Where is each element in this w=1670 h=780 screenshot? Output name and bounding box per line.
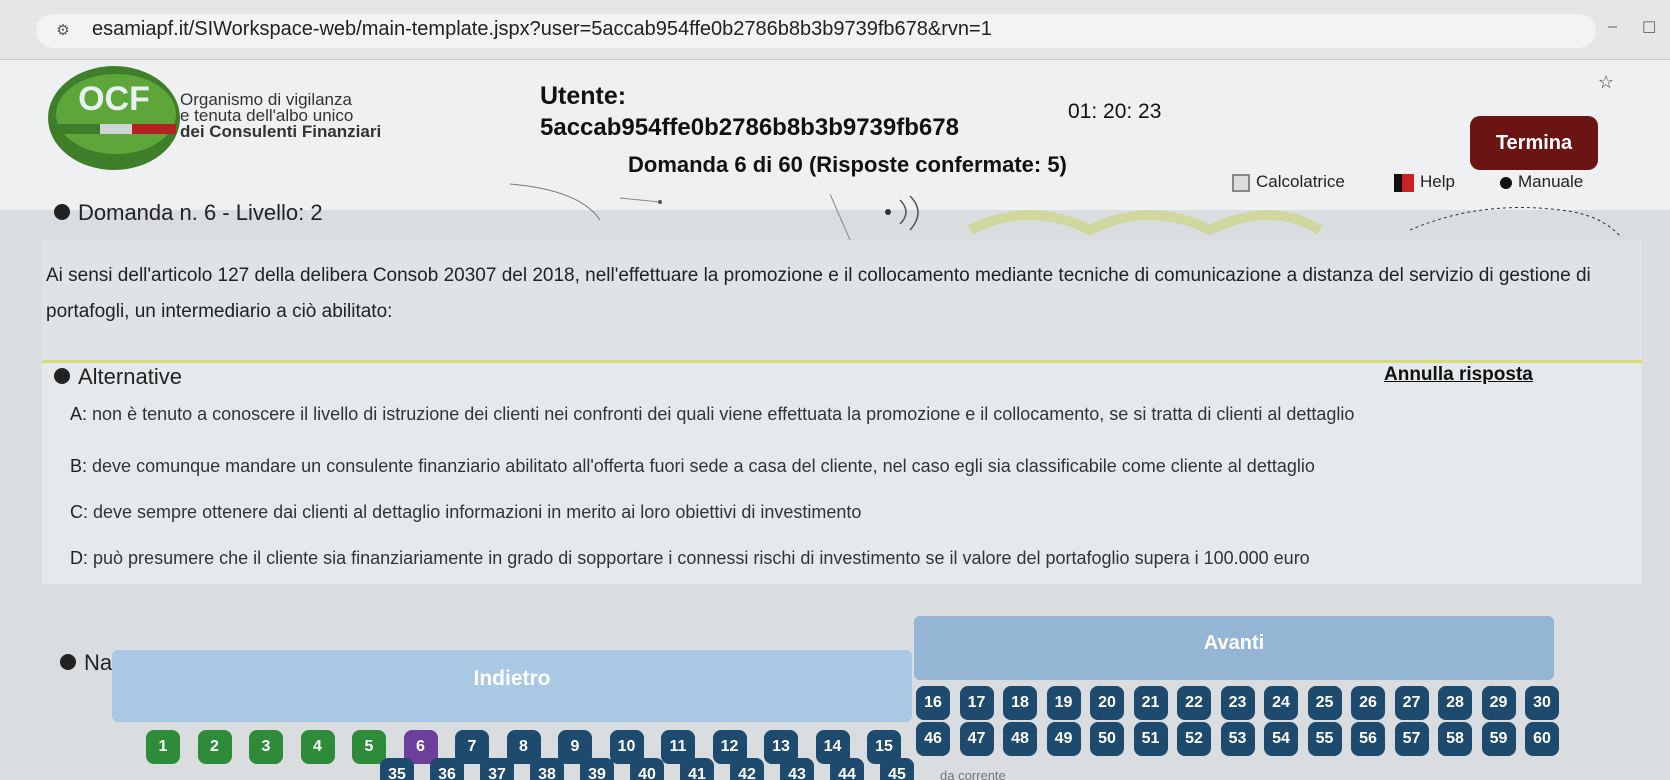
user-id: 5accab954ffe0b2786b8b3b9739fb678 xyxy=(540,114,959,141)
bookmark-star-icon[interactable]: ☆ xyxy=(1598,72,1614,93)
alternative-b[interactable]: B: deve comunque mandare un consulente f… xyxy=(70,456,1315,477)
question-button-26[interactable]: 26 xyxy=(1351,686,1385,720)
annulla-risposta-link[interactable]: Annulla risposta xyxy=(1384,364,1533,386)
url-text[interactable]: esamiapf.it/SIWorkspace-web/main-templat… xyxy=(92,18,992,41)
question-progress: Domanda 6 di 60 (Risposte confermate: 5) xyxy=(628,152,1067,177)
alternative-a[interactable]: A: non è tenuto a conoscere il livello d… xyxy=(70,404,1354,425)
question-button-38[interactable]: 38 xyxy=(530,758,564,780)
question-button-58[interactable]: 58 xyxy=(1438,722,1472,756)
organization-name: Organismo di vigilanza e tenuta dell'alb… xyxy=(180,90,382,141)
question-button-36[interactable]: 36 xyxy=(430,758,464,780)
question-button-17[interactable]: 17 xyxy=(959,686,994,720)
question-button-54[interactable]: 54 xyxy=(1264,722,1298,756)
question-button-3[interactable]: 3 xyxy=(249,730,283,764)
question-button-5[interactable]: 5 xyxy=(352,730,386,764)
question-button-41[interactable]: 41 xyxy=(680,758,714,780)
maximize-icon[interactable]: ☐ xyxy=(1642,18,1656,38)
question-button-57[interactable]: 57 xyxy=(1394,722,1429,756)
question-button-20[interactable]: 20 xyxy=(1090,686,1124,720)
ocf-logo: OCF xyxy=(48,66,180,170)
avanti-button[interactable]: Avanti xyxy=(914,616,1554,680)
question-title: Domanda n. 6 - Livello: 2 xyxy=(54,200,323,226)
question-button-18[interactable]: 18 xyxy=(1003,686,1037,720)
browser-toolbar: ⚙ esamiapf.it/SIWorkspace-web/main-templ… xyxy=(0,0,1670,60)
question-button-25[interactable]: 25 xyxy=(1307,686,1342,720)
question-button-55[interactable]: 55 xyxy=(1307,722,1342,756)
question-button-40[interactable]: 40 xyxy=(630,758,664,780)
question-button-35[interactable]: 35 xyxy=(380,758,414,780)
question-button-24[interactable]: 24 xyxy=(1264,686,1298,720)
question-button-28[interactable]: 28 xyxy=(1438,686,1472,720)
exam-timer: 01: 20: 23 xyxy=(1068,100,1162,123)
question-button-22[interactable]: 22 xyxy=(1177,686,1211,720)
svg-text:OCF: OCF xyxy=(78,80,150,118)
alternative-d[interactable]: D: può presumere che il cliente sia fina… xyxy=(70,548,1310,569)
collapse-icon[interactable] xyxy=(54,368,70,385)
question-button-53[interactable]: 53 xyxy=(1220,722,1255,756)
question-button-29[interactable]: 29 xyxy=(1481,686,1516,720)
question-button-52[interactable]: 52 xyxy=(1177,722,1211,756)
question-button-39[interactable]: 39 xyxy=(580,758,614,780)
question-button-19[interactable]: 19 xyxy=(1046,686,1081,720)
question-button-42[interactable]: 42 xyxy=(730,758,764,780)
question-button-59[interactable]: 59 xyxy=(1481,722,1516,756)
question-button-21[interactable]: 21 xyxy=(1133,686,1168,720)
question-button-2[interactable]: 2 xyxy=(197,730,232,764)
question-button-30[interactable]: 30 xyxy=(1525,686,1559,720)
question-button-51[interactable]: 51 xyxy=(1133,722,1168,756)
question-button-1[interactable]: 1 xyxy=(146,730,180,764)
minimize-icon[interactable]: – xyxy=(1608,18,1617,36)
site-info-icon[interactable]: ⚙ xyxy=(52,20,74,42)
question-button-27[interactable]: 27 xyxy=(1394,686,1429,720)
collapse-icon[interactable] xyxy=(60,654,76,671)
question-button-37[interactable]: 37 xyxy=(480,758,514,780)
question-button-23[interactable]: 23 xyxy=(1220,686,1255,720)
question-button-46[interactable]: 46 xyxy=(916,722,950,756)
user-label: Utente: xyxy=(540,82,627,110)
collapse-icon[interactable] xyxy=(54,204,70,221)
question-button-49[interactable]: 49 xyxy=(1046,722,1081,756)
question-button-60[interactable]: 60 xyxy=(1525,722,1559,756)
question-button-43[interactable]: 43 xyxy=(780,758,814,780)
question-text: Ai sensi dell'articolo 127 della deliber… xyxy=(46,265,1591,322)
footer-label: da corrente xyxy=(940,768,1006,780)
question-button-16[interactable]: 16 xyxy=(916,686,950,720)
question-button-4[interactable]: 4 xyxy=(300,730,335,764)
indietro-button[interactable]: Indietro xyxy=(112,650,912,722)
question-button-50[interactable]: 50 xyxy=(1090,722,1124,756)
question-button-45[interactable]: 45 xyxy=(880,758,914,780)
alternatives-title: Alternative xyxy=(54,364,182,390)
termina-button[interactable]: Termina xyxy=(1470,116,1598,170)
question-button-56[interactable]: 56 xyxy=(1351,722,1385,756)
alternative-c[interactable]: C: deve sempre ottenere dai clienti al d… xyxy=(70,502,861,523)
question-button-48[interactable]: 48 xyxy=(1003,722,1037,756)
question-button-47[interactable]: 47 xyxy=(959,722,994,756)
question-button-44[interactable]: 44 xyxy=(830,758,864,780)
